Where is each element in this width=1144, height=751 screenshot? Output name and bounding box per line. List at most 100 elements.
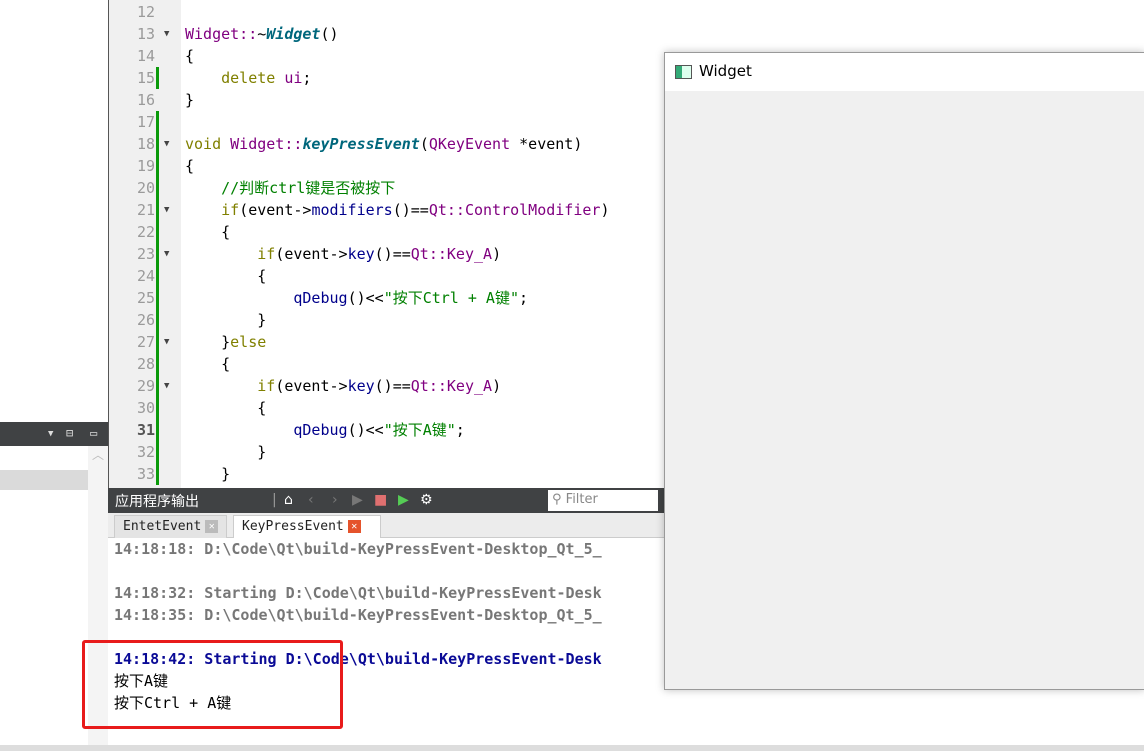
code-token: qDebug	[185, 421, 348, 439]
filter-input[interactable]: ⚲ Filter	[548, 490, 658, 511]
code-token: ~	[257, 25, 267, 43]
code-token: {	[185, 355, 231, 373]
change-marker	[156, 463, 159, 485]
code-line: }	[185, 89, 194, 111]
line-number: 18	[136, 135, 155, 153]
line-number: 32	[136, 443, 155, 461]
output-pane-title: 应用程序输出	[115, 494, 199, 510]
fold-arrow-icon[interactable]: ▼	[164, 23, 169, 45]
change-marker	[156, 177, 159, 199]
split-icon[interactable]: ⊟	[66, 426, 73, 440]
line-number: 22	[136, 223, 155, 241]
code-line: {	[185, 221, 230, 243]
fold-arrow-icon[interactable]: ▼	[164, 199, 169, 221]
code-line: qDebug()<<"按下A键";	[185, 419, 465, 441]
code-token: {	[185, 399, 267, 417]
code-line: qDebug()<<"按下Ctrl + A键";	[185, 287, 528, 309]
code-token: }	[185, 333, 231, 351]
close-icon[interactable]: ✕	[347, 520, 361, 533]
line-number: 16	[136, 91, 155, 109]
code-token: qDebug	[185, 289, 348, 307]
code-line: }else	[185, 331, 266, 353]
tab-entetevent[interactable]: EntetEvent ✕	[114, 515, 228, 538]
line-number: 31	[136, 421, 155, 439]
debug-run-icon[interactable]: ▶	[398, 492, 409, 508]
status-bar	[0, 745, 1144, 751]
code-token: {	[185, 157, 195, 175]
change-marker	[156, 155, 159, 177]
change-marker	[156, 221, 159, 243]
tab-keypressevent[interactable]: KeyPressEvent ✕	[233, 515, 381, 538]
code-line: {	[185, 155, 194, 177]
code-token: *event)	[510, 135, 583, 153]
code-token: }	[185, 443, 267, 461]
line-number: 21	[136, 201, 155, 219]
code-token: ()==	[392, 201, 429, 219]
code-token: "按下A键"	[383, 421, 456, 439]
code-token: "按下Ctrl + A键"	[383, 289, 519, 307]
code-token: if	[185, 377, 276, 395]
line-number: 13	[136, 25, 155, 43]
change-marker	[156, 309, 159, 331]
run-icon[interactable]: ▶	[352, 492, 363, 508]
fold-arrow-icon[interactable]: ▼	[164, 375, 169, 397]
code-token: ui	[284, 69, 303, 87]
code-token: Qt::ControlModifier	[428, 201, 601, 219]
fold-arrow-icon[interactable]: ▼	[164, 243, 169, 265]
change-marker	[156, 397, 159, 419]
code-token: Widget::	[185, 25, 258, 43]
widget-window[interactable]: Widget	[664, 52, 1144, 690]
close-pane-icon[interactable]: ▭	[90, 426, 97, 440]
settings-gear-icon[interactable]: ⚙	[420, 492, 433, 508]
code-line: if(event->modifiers()==Qt::ControlModifi…	[185, 199, 609, 221]
next-icon[interactable]: ›	[332, 492, 338, 508]
code-token: ;	[455, 421, 465, 439]
previous-icon[interactable]: ‹	[308, 492, 314, 508]
output-line: 14:18:32: Starting D:\Code\Qt\build-KeyP…	[114, 584, 602, 602]
code-line: {	[185, 353, 230, 375]
code-token: ;	[519, 289, 529, 307]
left-panel-toolbar: ▼ ⊟ ▭	[0, 422, 108, 446]
change-marker	[156, 287, 159, 309]
fold-arrow-icon[interactable]: ▼	[164, 133, 169, 155]
code-token: key	[347, 245, 375, 263]
code-token: {	[185, 223, 231, 241]
line-number: 33	[136, 465, 155, 483]
change-marker	[156, 265, 159, 287]
code-token: ()==	[374, 245, 411, 263]
dropdown-arrow-icon[interactable]: ▼	[48, 429, 53, 439]
code-token: (event->	[275, 377, 348, 395]
line-number: 14	[136, 47, 155, 65]
code-token: ()<<	[347, 421, 384, 439]
fold-arrow-icon[interactable]: ▼	[164, 331, 169, 353]
change-marker	[156, 67, 159, 89]
window-title-bar[interactable]: Widget	[665, 53, 1144, 91]
change-marker	[156, 375, 159, 397]
change-marker	[156, 331, 159, 353]
app-window-icon	[675, 65, 692, 79]
code-token: Widget	[266, 25, 321, 43]
code-editor[interactable]: 12 13 ▼ Widget::~Widget() 14{15 delete ui; 16…	[108, 0, 664, 488]
code-token: ()==	[374, 377, 411, 395]
change-marker	[156, 199, 159, 221]
code-token: )	[492, 377, 502, 395]
code-token: (	[419, 135, 429, 153]
code-line: void Widget::keyPressEvent(QKeyEvent *ev…	[185, 133, 582, 155]
code-token: ()<<	[347, 289, 384, 307]
code-token: )	[492, 245, 502, 263]
code-line: if(event->key()==Qt::Key_A)	[185, 375, 501, 397]
code-token: else	[230, 333, 267, 351]
output-tabs: EntetEvent ✕ KeyPressEvent ✕	[108, 513, 664, 538]
code-token: key	[347, 377, 375, 395]
stop-icon[interactable]: ■	[374, 492, 387, 508]
code-line: {	[185, 397, 266, 419]
change-marker	[156, 441, 159, 463]
line-number: 26	[136, 311, 155, 329]
clear-icon[interactable]: ⌂	[284, 492, 293, 508]
code-token: {	[185, 47, 195, 65]
selected-list-item[interactable]	[0, 470, 88, 490]
code-token: Qt::Key_A	[410, 245, 493, 263]
code-token: }	[185, 465, 231, 483]
close-icon[interactable]: ✕	[205, 520, 219, 533]
code-line: }	[185, 463, 230, 485]
